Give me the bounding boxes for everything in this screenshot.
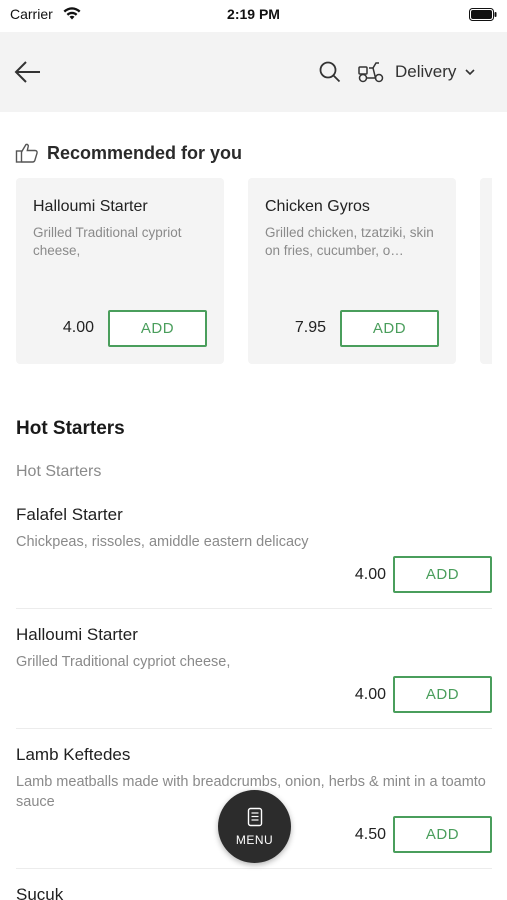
item-price: 4.50 (354, 826, 386, 843)
app-bar: Delivery (0, 32, 507, 112)
menu-item[interactable]: Falafel Starter Chickpeas, rissoles, ami… (16, 505, 492, 595)
item-price: 4.00 (62, 319, 94, 336)
back-button[interactable] (12, 56, 44, 88)
clock: 2:19 PM (227, 6, 280, 22)
section-subtitle: Hot Starters (16, 463, 102, 480)
divider (16, 608, 492, 609)
scooter-icon (358, 62, 384, 83)
recommended-card[interactable]: Chicken Gyros Grilled chicken, tzatziki,… (248, 178, 456, 364)
menu-item[interactable]: Halloumi Starter Grilled Traditional cyp… (16, 625, 492, 715)
add-button[interactable]: ADD (108, 310, 207, 347)
add-button[interactable]: ADD (393, 676, 492, 713)
item-description: Chickpeas, rissoles, amiddle eastern del… (16, 534, 309, 550)
arrow-left-icon (14, 61, 40, 83)
section-title: Hot Starters (16, 418, 125, 439)
item-description: Grilled chicken, tzatziki, skin on fries… (265, 225, 434, 258)
battery-icon (469, 8, 497, 26)
status-bar: Carrier 2:19 PM (0, 0, 507, 32)
recommended-title: Recommended for you (47, 142, 243, 163)
recommended-card[interactable]: Halloumi Starter Grilled Traditional cyp… (16, 178, 224, 364)
delivery-label: Delivery (395, 62, 457, 81)
item-description: Grilled Traditional cypriot cheese, (33, 225, 182, 258)
item-name: Lamb Keftedes (16, 745, 131, 764)
item-description: Grilled Traditional cypriot cheese, (16, 654, 231, 670)
menu-button-label: MENU (235, 832, 274, 847)
item-name: Halloumi Starter (33, 198, 148, 215)
menu-button[interactable]: MENU (218, 790, 291, 863)
item-name: Sucuk (16, 885, 64, 900)
menu-item[interactable]: Sucuk (16, 885, 492, 900)
divider (16, 868, 492, 869)
search-icon (319, 61, 341, 83)
add-button[interactable]: ADD (393, 556, 492, 593)
menu-book-icon (247, 807, 262, 826)
thumbs-up-icon (15, 143, 38, 163)
recommended-header: Recommended for you (15, 142, 242, 164)
item-price: 4.00 (354, 566, 386, 583)
add-button[interactable]: ADD (393, 816, 492, 853)
divider (16, 728, 492, 729)
item-name: Halloumi Starter (16, 625, 138, 644)
recommended-carousel[interactable]: Halloumi Starter Grilled Traditional cyp… (16, 178, 492, 366)
item-name: Chicken Gyros (265, 198, 370, 215)
search-button[interactable] (318, 60, 342, 84)
add-button[interactable]: ADD (340, 310, 439, 347)
chevron-down-icon (465, 69, 475, 76)
item-price: 7.95 (294, 319, 326, 336)
recommended-card-partial[interactable] (480, 178, 492, 364)
item-name: Falafel Starter (16, 505, 123, 524)
item-price: 4.00 (354, 686, 386, 703)
delivery-mode-selector[interactable]: Delivery (357, 56, 476, 88)
